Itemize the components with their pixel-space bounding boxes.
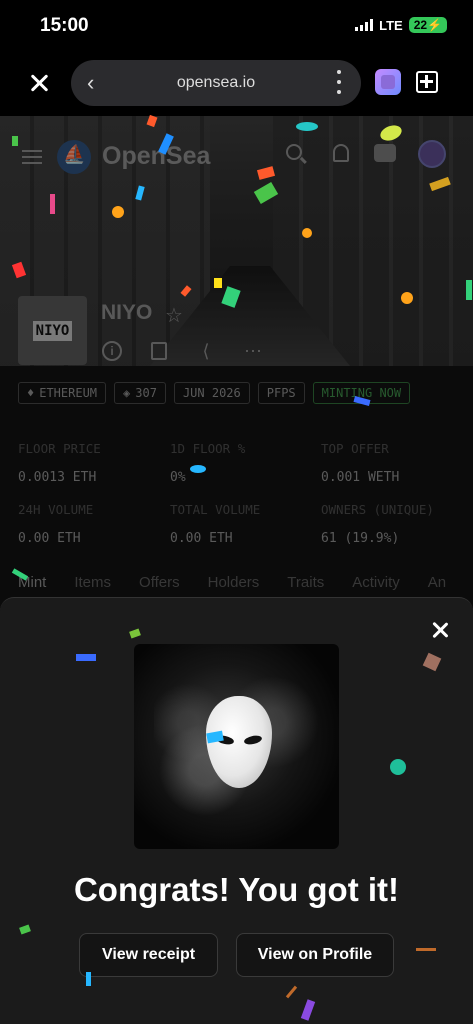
more-options-icon[interactable]	[337, 70, 341, 94]
nft-image	[134, 644, 339, 849]
confetti-piece	[401, 292, 413, 304]
view-on-profile-button[interactable]: View on Profile	[236, 933, 394, 977]
browser-bar: ‹ opensea.io	[0, 52, 473, 116]
battery-level: 22	[413, 18, 428, 32]
modal-title: Congrats! You got it!	[73, 871, 400, 908]
network-label: LTE	[379, 17, 403, 33]
mint-success-modal: Congrats! You got it! View receipt View …	[0, 597, 473, 1024]
extension-icon[interactable]	[375, 69, 401, 95]
status-time: 15:00	[40, 15, 89, 36]
view-receipt-button[interactable]: View receipt	[79, 933, 218, 977]
confetti-piece	[50, 194, 55, 214]
confetti-piece	[302, 228, 312, 238]
battery-icon: 22⚡	[408, 17, 447, 33]
close-browser-icon[interactable]	[28, 70, 50, 96]
confetti-piece	[466, 280, 472, 300]
status-indicators: LTE 22⚡	[355, 17, 447, 33]
confetti-piece	[12, 136, 18, 146]
confetti-piece	[112, 206, 124, 218]
close-icon[interactable]	[430, 620, 450, 640]
confetti-piece	[296, 122, 318, 131]
confetti-piece	[416, 948, 436, 951]
confetti-piece	[86, 972, 91, 986]
status-bar: 15:00 LTE 22⚡	[0, 0, 473, 52]
url-text: opensea.io	[176, 74, 256, 91]
new-tab-icon[interactable]	[416, 71, 438, 93]
confetti-piece	[76, 654, 96, 661]
confetti-piece	[214, 278, 222, 288]
confetti-piece	[390, 759, 406, 775]
url-bar[interactable]: ‹ opensea.io	[71, 60, 361, 106]
confetti-piece	[190, 465, 206, 473]
signal-icon	[355, 19, 374, 31]
